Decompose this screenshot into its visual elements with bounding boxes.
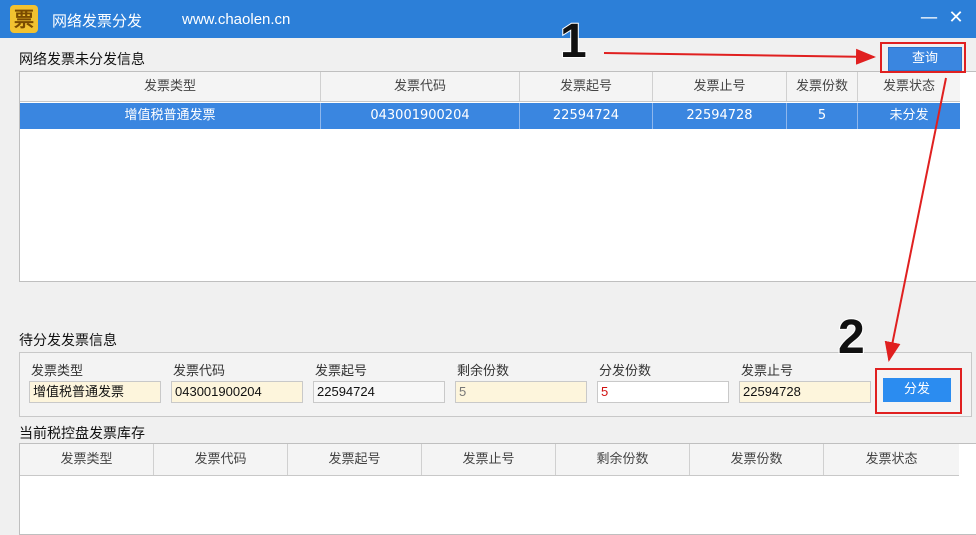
column-header[interactable]: 发票类型 xyxy=(20,444,154,475)
unissued-section-label: 网络发票未分发信息 xyxy=(19,52,145,68)
column-header[interactable]: 发票止号 xyxy=(653,72,787,101)
column-header[interactable]: 发票起号 xyxy=(520,72,653,101)
field-label: 发票代码 xyxy=(173,364,226,379)
app-url: www.chaolen.cn xyxy=(182,11,291,28)
dispatch-button[interactable]: 分发 xyxy=(883,378,951,402)
column-header[interactable]: 发票状态 xyxy=(824,444,959,475)
dispatch-count-input[interactable]: 5 xyxy=(597,381,729,403)
column-header[interactable]: 发票止号 xyxy=(422,444,556,475)
column-header[interactable]: 发票代码 xyxy=(154,444,288,475)
invoice-code-field[interactable]: 043001900204 xyxy=(171,381,303,403)
invoice-type-field[interactable]: 增值税普通发票 xyxy=(29,381,161,403)
field-label: 发票止号 xyxy=(741,364,794,379)
app-title: 网络发票分发 xyxy=(52,12,143,30)
minimize-button[interactable]: — xyxy=(917,6,941,30)
field-label: 发票起号 xyxy=(315,364,368,379)
field-label: 剩余份数 xyxy=(457,364,510,379)
column-header[interactable]: 发票状态 xyxy=(858,72,960,101)
start-number-field[interactable]: 22594724 xyxy=(313,381,445,403)
app-logo-icon: 票 xyxy=(10,5,38,33)
column-header[interactable]: 发票份数 xyxy=(787,72,858,101)
table-cell: 未分发 xyxy=(889,108,929,123)
end-number-field[interactable]: 22594728 xyxy=(739,381,871,403)
query-button[interactable]: 查询 xyxy=(888,47,962,71)
arrow-to-query xyxy=(603,48,876,65)
table-cell: 22594728 xyxy=(653,103,787,129)
inventory-table: 发票类型 发票代码 发票起号 发票止号 剩余份数 发票份数 发票状态 xyxy=(19,443,976,535)
close-button[interactable]: ✕ xyxy=(944,6,968,30)
table-row[interactable]: 增值税普通发票 043001900204 22594724 22594728 5… xyxy=(20,103,960,129)
inventory-section-label: 当前税控盘发票库存 xyxy=(19,426,145,442)
inventory-table-header: 发票类型 发票代码 发票起号 发票止号 剩余份数 发票份数 发票状态 xyxy=(20,444,959,476)
table-cell: 22594724 xyxy=(520,103,653,129)
column-header[interactable]: 发票类型 xyxy=(20,72,321,101)
step-1-marker: 1 xyxy=(559,14,588,69)
table-cell: 5 xyxy=(787,103,858,129)
remaining-count-field[interactable]: 5 xyxy=(455,381,587,403)
column-header[interactable]: 发票代码 xyxy=(321,72,520,101)
column-header[interactable]: 发票份数 xyxy=(690,444,824,475)
table-cell: 043001900204 xyxy=(321,103,520,129)
field-label: 发票类型 xyxy=(31,364,84,379)
unissued-table: 发票类型 发票代码 发票起号 发票止号 发票份数 发票状态 增值税普通发票 04… xyxy=(19,71,976,282)
column-header[interactable]: 剩余份数 xyxy=(556,444,690,475)
table-cell: 增值税普通发票 xyxy=(20,103,321,129)
unissued-table-header: 发票类型 发票代码 发票起号 发票止号 发票份数 发票状态 xyxy=(20,72,960,102)
title-bar: 票 网络发票分发 www.chaolen.cn — ✕ xyxy=(0,0,976,38)
field-label: 分发份数 xyxy=(599,364,652,379)
column-header[interactable]: 发票起号 xyxy=(288,444,422,475)
pending-section-label: 待分发发票信息 xyxy=(19,333,117,349)
step-2-marker: 2 xyxy=(837,310,866,365)
